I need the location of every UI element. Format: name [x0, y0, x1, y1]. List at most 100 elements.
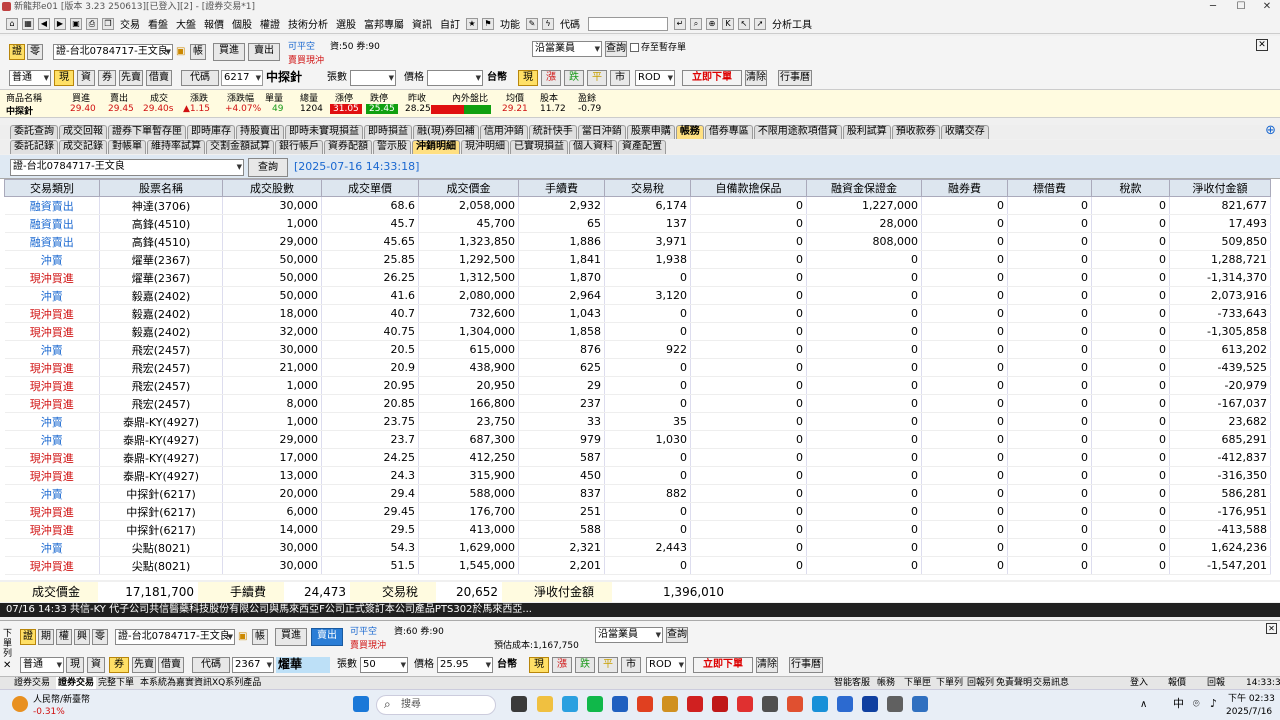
- price-limit-up-button[interactable]: 漲: [541, 70, 561, 86]
- tab-order-record[interactable]: 委託記錄: [10, 140, 58, 154]
- detail-query-button[interactable]: 查詢: [248, 158, 288, 177]
- column-header[interactable]: 自備款擔保品: [690, 179, 807, 197]
- table-row[interactable]: 現沖買進 泰鼎-KY(4927) 13,000 24.3 315,900 450 0 0 0 0 0…: [4, 466, 1271, 485]
- table-row[interactable]: 現沖買進 飛宏(2457) 21,000 20.9 438,900 625 0 0 0 0 0 0 -4…: [4, 358, 1271, 377]
- order-tab-stock[interactable]: 證: [9, 44, 25, 60]
- code-input[interactable]: 6217: [221, 70, 263, 86]
- tab-realized[interactable]: 已實現損益: [510, 140, 568, 154]
- tab-loan[interactable]: 不限用途款項借貸: [753, 125, 842, 139]
- bottom-tab-stock[interactable]: 證: [20, 629, 36, 645]
- table-row[interactable]: 沖賣 中探針(6217) 20,000 29.4 588,000 837 882 0 0 0 0 0 5…: [4, 484, 1271, 503]
- menu-quote[interactable]: 報價: [200, 16, 228, 31]
- forward-icon[interactable]: ▶: [54, 17, 66, 30]
- clear-button[interactable]: 清除: [745, 70, 767, 86]
- order-type-select[interactable]: 普通: [9, 70, 51, 86]
- bottom-price-up[interactable]: 漲: [552, 657, 572, 673]
- calendar-button[interactable]: 行事曆: [778, 70, 812, 86]
- bottom-lend-sell[interactable]: 借賣: [158, 657, 184, 673]
- bottom-submit-button[interactable]: 立即下單: [693, 657, 753, 673]
- sell-button[interactable]: 賣出: [248, 43, 280, 61]
- app-icon-12[interactable]: [912, 696, 928, 712]
- table-row[interactable]: 現沖買進 泰鼎-KY(4927) 17,000 24.25 412,250 587 0 0 0 0…: [4, 448, 1271, 467]
- bottom-book-button[interactable]: 帳: [252, 629, 268, 645]
- tab-cover[interactable]: 融(現)券回補: [413, 125, 479, 139]
- first-sell-button[interactable]: 先賣: [119, 70, 143, 86]
- tab-draft-box[interactable]: 證券下單暫存匣: [108, 125, 186, 139]
- column-header[interactable]: 標借費: [1007, 179, 1092, 197]
- menu-info[interactable]: 資訊: [408, 16, 436, 31]
- price-flat-button[interactable]: 平: [587, 70, 607, 86]
- menu-trade[interactable]: 交易: [116, 16, 144, 31]
- home-icon[interactable]: ⌂: [6, 17, 18, 30]
- bottom-cash-button[interactable]: 現: [66, 657, 84, 673]
- app-icon-9[interactable]: [837, 696, 853, 712]
- bottom-tab-options[interactable]: 權: [56, 629, 72, 645]
- bottom-account-select[interactable]: 證-台北0784717-王文良: [115, 629, 235, 645]
- table-row[interactable]: 現沖買進 中探針(6217) 6,000 29.45 176,700 251 0 0 0 0 0 0-…: [4, 502, 1271, 521]
- bottom-trader-select[interactable]: 沿當業員: [595, 627, 663, 643]
- tray-chevron-icon[interactable]: ∧: [1140, 698, 1147, 712]
- tab-bank-account[interactable]: 銀行帳戶: [275, 140, 323, 154]
- task-view-icon[interactable]: [511, 696, 527, 712]
- bottom-short-button[interactable]: 券: [109, 657, 129, 673]
- table-row[interactable]: 現沖買進 毅嘉(2402) 18,000 40.7 732,600 1,043 0 0 0 0 0 0…: [4, 304, 1271, 323]
- tab-realtime-pnl[interactable]: 即時損益: [364, 125, 412, 139]
- margin-button[interactable]: 資: [77, 70, 95, 86]
- weather-icon[interactable]: [12, 696, 28, 712]
- table-row[interactable]: 現沖買進 飛宏(2457) 1,000 20.95 20,950 29 0 0 0 0 0 0 -20,…: [4, 376, 1271, 395]
- tab-stats[interactable]: 統計快手: [528, 125, 577, 139]
- bottom-margin-button[interactable]: 資: [87, 657, 105, 673]
- price-market-button[interactable]: 現: [518, 70, 538, 86]
- column-header[interactable]: 融資金保證金: [806, 179, 922, 197]
- table-row[interactable]: 沖賣 泰鼎-KY(4927) 1,000 23.75 23,750 33 35 0 0 0 0 0 23…: [4, 412, 1271, 431]
- bottom-close-icon[interactable]: ✕: [1266, 623, 1277, 634]
- column-header[interactable]: 成交股數: [222, 179, 322, 197]
- minimize-icon[interactable]: ─: [1200, 0, 1226, 14]
- column-header[interactable]: 交易稅: [604, 179, 691, 197]
- column-header[interactable]: 融券費: [921, 179, 1008, 197]
- volume-icon[interactable]: ♪: [1210, 697, 1217, 711]
- app-icon-8[interactable]: [787, 696, 803, 712]
- tab-ipo[interactable]: 股票申購: [626, 125, 675, 139]
- bottom-clear-button[interactable]: 清除: [756, 657, 778, 673]
- bottom-price-market[interactable]: 現: [529, 657, 549, 673]
- lock-small-icon[interactable]: ▣: [176, 45, 185, 59]
- news-ticker[interactable]: 07/16 14:33 共信-KY 代子公司共信醫藥科技股份有限公司與馬來西亞F…: [0, 603, 1280, 617]
- price-mkt-button[interactable]: 市: [610, 70, 630, 86]
- app-icon-5[interactable]: [712, 696, 728, 712]
- table-row[interactable]: 沖賣 毅嘉(2402) 50,000 41.6 2,080,000 2,964 3,120 0…: [4, 286, 1271, 305]
- bottom-first-sell[interactable]: 先賣: [132, 657, 156, 673]
- zoom-in-icon[interactable]: ⊕: [1265, 124, 1276, 139]
- tab-fill-report[interactable]: 成交回報: [59, 125, 107, 139]
- lock-icon[interactable]: ▣: [70, 17, 82, 30]
- table-row[interactable]: 融資賣出 高鋒(4510) 1,000 45.7 45,700 65 137 0 28,000 0…: [4, 214, 1271, 233]
- bottom-x-icon[interactable]: ✕: [3, 659, 11, 673]
- file-explorer-icon[interactable]: [537, 696, 553, 712]
- bottom-price-down[interactable]: 跌: [575, 657, 595, 673]
- menu-analysis-tools[interactable]: 分析工具: [768, 16, 816, 31]
- print-icon[interactable]: ⎙: [86, 17, 98, 30]
- edge-icon[interactable]: [812, 696, 828, 712]
- bottom-sell-button[interactable]: 賣出: [311, 628, 343, 646]
- tif-select[interactable]: ROD: [635, 70, 675, 86]
- table-row[interactable]: 現沖買進 中探針(6217) 14,000 29.5 413,000 588 0 0 0 0 0 0-…: [4, 520, 1271, 539]
- app-icon-10[interactable]: [862, 696, 878, 712]
- tab-dividend[interactable]: 股利試算: [842, 125, 891, 139]
- bottom-price-flat[interactable]: 平: [598, 657, 618, 673]
- save-checkbox[interactable]: [630, 43, 639, 52]
- column-header[interactable]: 淨收付金額: [1169, 179, 1271, 197]
- table-row[interactable]: 融資賣出 高鋒(4510) 29,000 45.65 1,323,850 1,886 3,9…: [4, 232, 1271, 251]
- tab-inventory[interactable]: 即時庫存: [187, 125, 235, 139]
- bottom-tab-emerging[interactable]: 興: [74, 629, 90, 645]
- menu-fubon[interactable]: 富邦專屬: [360, 16, 408, 31]
- tab-assets[interactable]: 資產配置: [618, 140, 666, 154]
- tab-lending[interactable]: 借券專區: [704, 125, 753, 139]
- pen-icon[interactable]: ✎: [526, 17, 538, 30]
- tab-maintenance[interactable]: 維持率試算: [147, 140, 205, 154]
- bottom-lock-icon[interactable]: ▣: [238, 630, 247, 644]
- maximize-icon[interactable]: ☐: [1228, 0, 1254, 14]
- price-limit-down-button[interactable]: 跌: [564, 70, 584, 86]
- table-row[interactable]: 現沖買進 尖點(8021) 30,000 51.5 1,545,000 2,201 0 0 0 0…: [4, 556, 1271, 575]
- tab-alert-stock[interactable]: 警示股: [373, 140, 411, 154]
- app-icon-7[interactable]: [762, 696, 778, 712]
